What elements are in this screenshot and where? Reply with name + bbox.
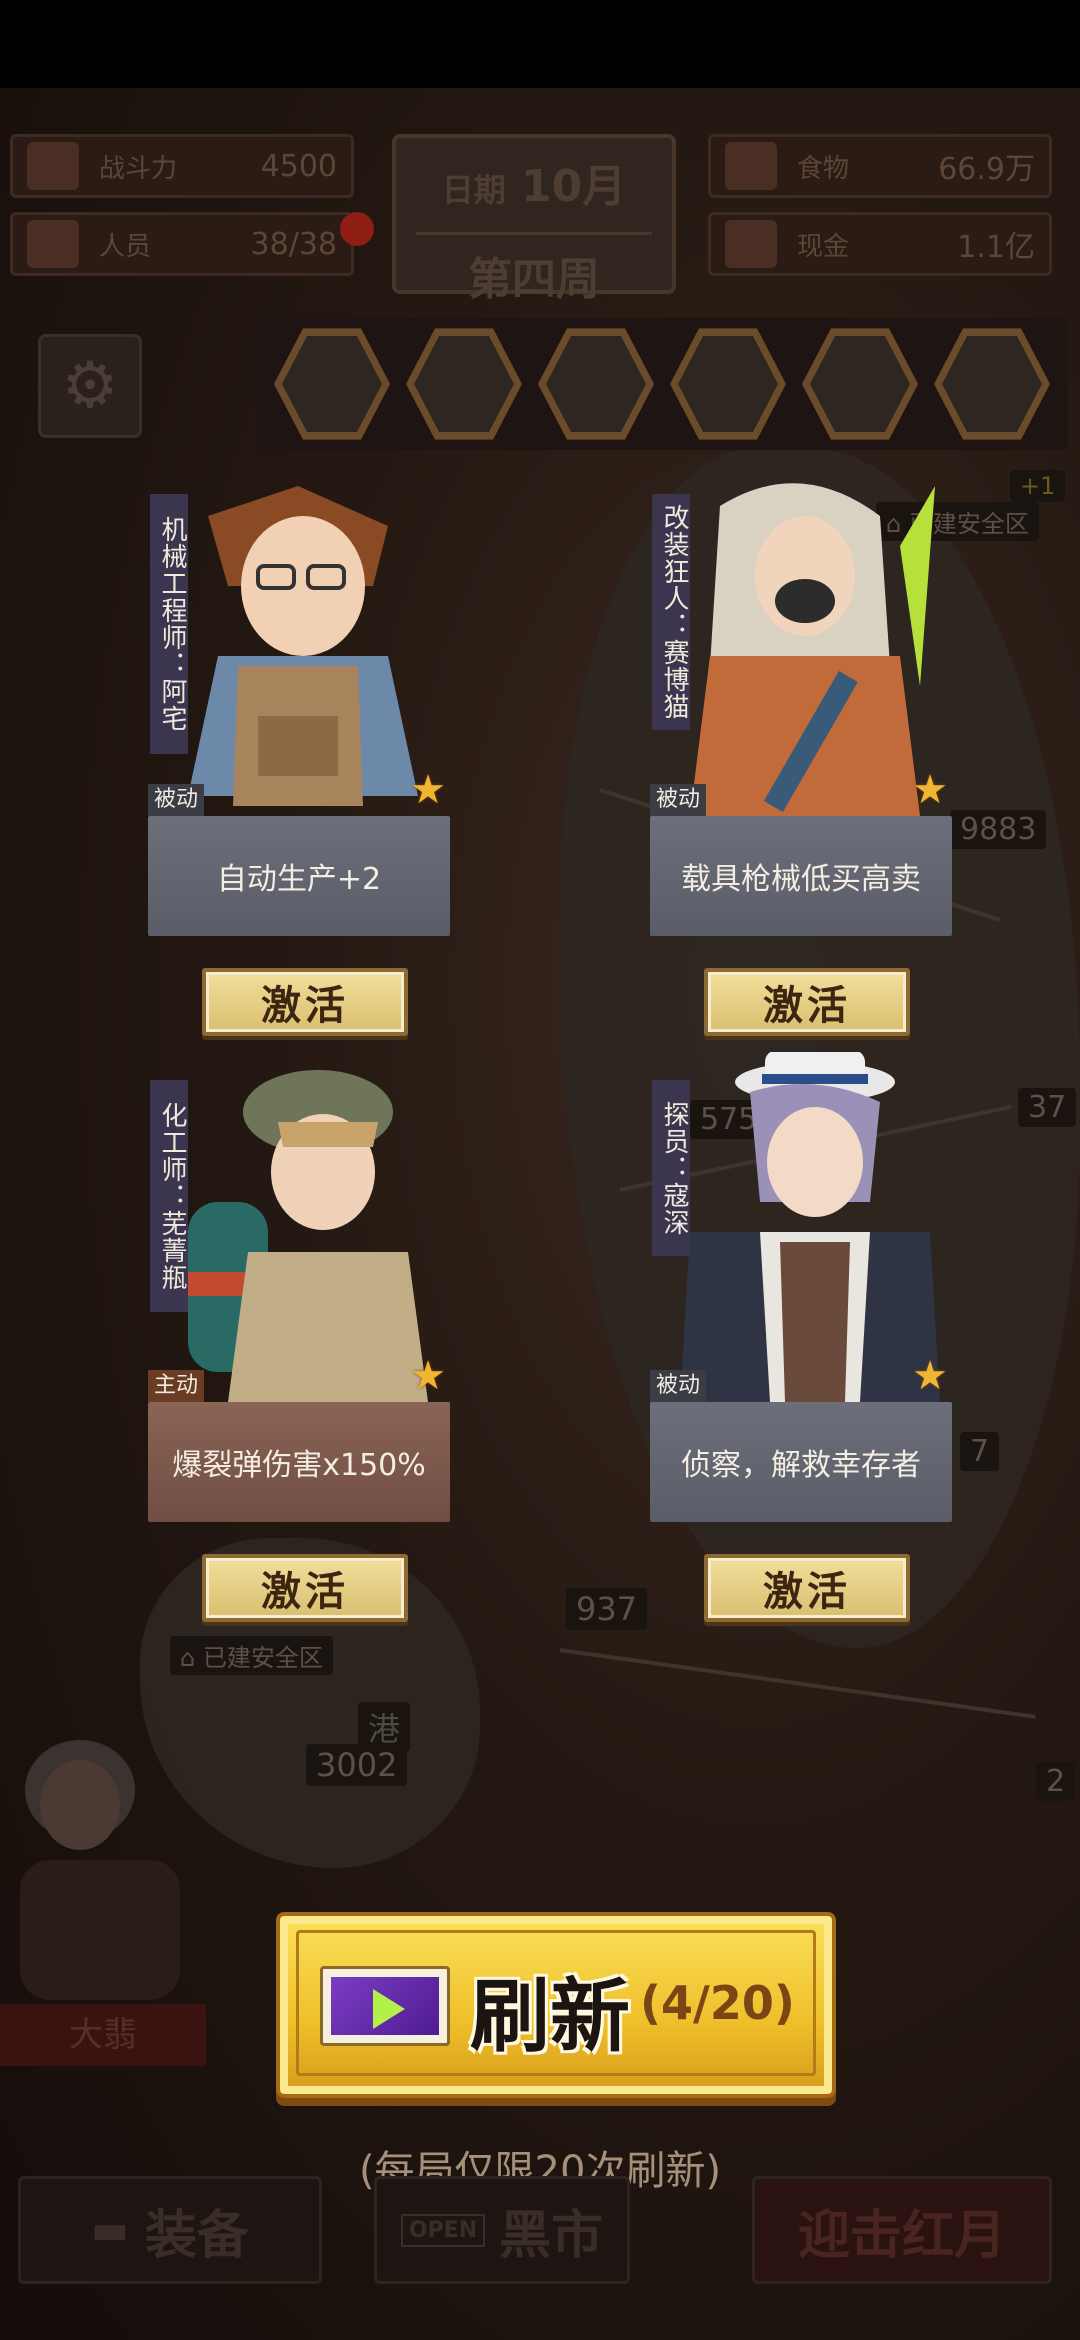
- staff-panel: 人员 38/38: [10, 212, 354, 276]
- plus-one-badge: +1: [1010, 470, 1066, 502]
- cybercat-portrait: [650, 466, 952, 826]
- side-character-name: 大翡: [0, 2004, 206, 2066]
- map-value-2: 2: [1036, 1762, 1076, 1801]
- video-ad-icon: [320, 1966, 450, 2046]
- cash-icon: [725, 220, 777, 268]
- agent-name: 探员：寇深: [652, 1080, 690, 1256]
- map-road: [559, 1648, 1036, 1719]
- engineer-skill: 自动生产+2: [148, 816, 450, 936]
- black-market-label: 黑市: [499, 2205, 604, 2266]
- open-sign-icon: OPEN: [400, 2213, 486, 2247]
- side-character-portrait: [0, 1710, 200, 2000]
- refresh-label: 刷新: [470, 1970, 630, 2063]
- red-moon-label: 迎击红月: [797, 2205, 1006, 2266]
- date-month-row: 日期 10月: [396, 150, 672, 214]
- cash-panel: 现金 1.1亿: [708, 212, 1052, 276]
- settings-button[interactable]: ⚙: [38, 334, 142, 438]
- agent-skill-tag: 被动: [650, 1370, 707, 1402]
- engineer-name: 机械工程师：阿宅: [150, 494, 188, 754]
- star-icon: ★: [410, 1353, 446, 1399]
- star-icon: ★: [912, 767, 948, 813]
- star-icon: ★: [410, 767, 446, 813]
- date-month: 10月: [521, 161, 627, 212]
- equip-label: 装备: [144, 2205, 249, 2266]
- chemist-skill-tag: 主动: [148, 1370, 205, 1402]
- cybercat-skill-tag: 被动: [650, 784, 707, 816]
- food-label: 食物: [797, 153, 850, 184]
- hero-portrait-row: [258, 318, 1068, 450]
- character-card-cybercat: 改装狂人：赛博猫 ★ 被动 载具枪械低买高卖 激活: [650, 466, 952, 1046]
- map-value-37: 37: [1018, 1088, 1077, 1127]
- power-value: 4500: [260, 148, 337, 184]
- star-icon: ★: [912, 1353, 948, 1399]
- hero-slot-book-a[interactable]: [802, 328, 918, 440]
- chemist-portrait: [148, 1052, 450, 1412]
- agent-skill: 侦察，解救幸存者: [650, 1402, 952, 1522]
- date-label: 日期: [441, 171, 506, 209]
- power-label: 战斗力: [99, 153, 178, 184]
- hero-slot-silver-hair[interactable]: [538, 328, 654, 440]
- chemist-skill: 爆裂弹伤害x150%: [148, 1402, 450, 1522]
- rifle-icon: ▬: [91, 2207, 129, 2253]
- refresh-button[interactable]: 刷新 (4/20): [276, 1912, 836, 2098]
- food-value: 66.9万: [938, 152, 1035, 187]
- character-card-chemist: 化工师：芜菁瓶 ★ 主动 爆裂弹伤害x150% 激活: [148, 1052, 450, 1632]
- safe-zone-label-2: 已建安全区: [202, 1644, 323, 1672]
- character-card-engineer: 机械工程师：阿宅 ★ 被动 自动生产+2 激活: [148, 466, 450, 1046]
- activate-cybercat-button[interactable]: 激活: [704, 968, 910, 1036]
- person-icon: [27, 220, 79, 268]
- hero-slot-brown-hair[interactable]: [670, 328, 786, 440]
- safe-zone-badge-2: ⌂ 已建安全区: [170, 1636, 333, 1675]
- map-value-9883: 9883: [950, 810, 1047, 849]
- hero-slot-boy[interactable]: [406, 328, 522, 440]
- refresh-count: (4/20): [640, 1976, 795, 2030]
- staff-value: 38/38: [250, 226, 337, 262]
- fist-icon: [27, 142, 79, 190]
- activate-engineer-button[interactable]: 激活: [202, 968, 408, 1036]
- play-icon: [373, 1989, 405, 2029]
- black-market-button[interactable]: OPEN 黑市: [374, 2176, 630, 2284]
- date-panel: 日期 10月 第四周: [392, 134, 676, 305]
- red-moon-button[interactable]: 迎击红月: [752, 2176, 1052, 2284]
- power-panel: 战斗力 4500: [10, 134, 354, 198]
- gear-icon: ⚙: [61, 349, 119, 423]
- hero-slot-masked[interactable]: [274, 328, 390, 440]
- status-bar: [0, 0, 1080, 88]
- staff-label: 人员: [99, 231, 152, 262]
- map-value-3002: 3002: [306, 1744, 408, 1786]
- equip-button[interactable]: ▬ 装备: [18, 2176, 322, 2284]
- food-panel: 食物 66.9万: [708, 134, 1052, 198]
- cybercat-skill: 载具枪械低买高卖: [650, 816, 952, 936]
- hero-slot-book-b[interactable]: [934, 328, 1050, 440]
- chemist-name: 化工师：芜菁瓶: [150, 1080, 188, 1312]
- engineer-portrait: [148, 466, 450, 826]
- date-week: 第四周: [416, 232, 652, 307]
- cash-value: 1.1亿: [957, 230, 1035, 265]
- character-card-agent: 探员：寇深 ★ 被动 侦察，解救幸存者 激活: [650, 1050, 952, 1632]
- activate-chemist-button[interactable]: 激活: [202, 1554, 408, 1622]
- notification-dot: [340, 212, 374, 246]
- meat-icon: [725, 142, 777, 190]
- activate-agent-button[interactable]: 激活: [704, 1554, 910, 1622]
- map-value-937: 937: [566, 1588, 648, 1630]
- cash-label: 现金: [797, 231, 850, 262]
- cybercat-name: 改装狂人：赛博猫: [652, 494, 690, 730]
- engineer-skill-tag: 被动: [148, 784, 205, 816]
- map-value-7: 7: [960, 1432, 1000, 1471]
- agent-portrait: [650, 1050, 952, 1412]
